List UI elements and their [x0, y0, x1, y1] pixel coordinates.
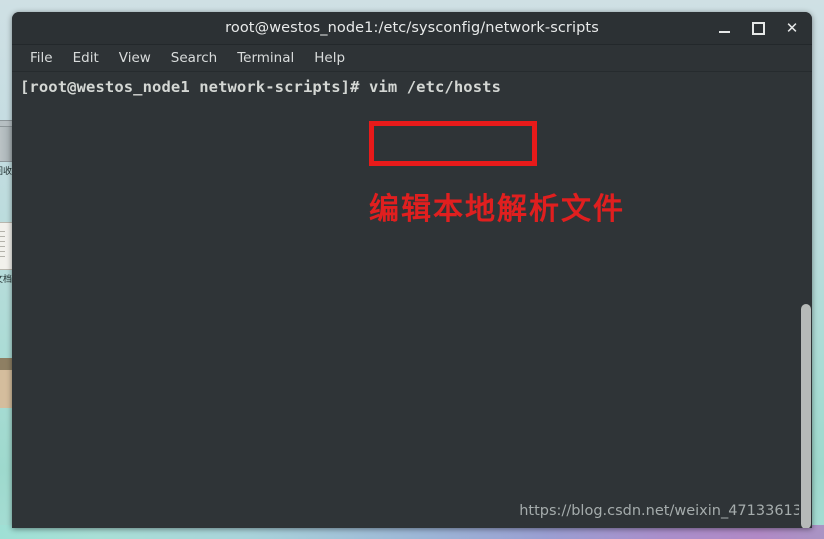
- terminal-scrollbar-thumb[interactable]: [801, 304, 811, 528]
- window-titlebar[interactable]: root@westos_node1:/etc/sysconfig/network…: [12, 12, 812, 45]
- terminal-prompt-line: [root@westos_node1 network-scripts]# vim…: [20, 78, 501, 96]
- document-icon-label: 文档: [0, 274, 13, 284]
- watermark-text: https://blog.csdn.net/weixin_47133613: [519, 503, 802, 519]
- close-icon[interactable]: ✕: [780, 16, 804, 40]
- screen: 回收站 文档 root@westos_node1:/etc/sysconfig/…: [0, 0, 824, 539]
- terminal-window: root@westos_node1:/etc/sysconfig/network…: [12, 12, 812, 528]
- minimize-icon[interactable]: [712, 16, 736, 40]
- window-controls: ✕: [712, 12, 804, 44]
- window-title: root@westos_node1:/etc/sysconfig/network…: [225, 20, 599, 36]
- menu-item-help[interactable]: Help: [304, 48, 355, 68]
- shell-prompt: [root@westos_node1 network-scripts]#: [20, 78, 360, 96]
- terminal-output-area[interactable]: [root@westos_node1 network-scripts]# vim…: [12, 72, 812, 528]
- menu-item-view[interactable]: View: [109, 48, 161, 68]
- menu-item-terminal[interactable]: Terminal: [227, 48, 304, 68]
- typed-command: vim /etc/hosts: [359, 78, 502, 96]
- menu-bar: File Edit View Search Terminal Help: [12, 45, 812, 72]
- command-highlight-box: [369, 121, 537, 166]
- menu-item-file[interactable]: File: [20, 48, 63, 68]
- annotation-text: 编辑本地解析文件: [369, 192, 625, 227]
- maximize-icon[interactable]: [746, 16, 770, 40]
- menu-item-edit[interactable]: Edit: [63, 48, 109, 68]
- menu-item-search[interactable]: Search: [161, 48, 227, 68]
- terminal-scrollbar-track[interactable]: [799, 72, 812, 528]
